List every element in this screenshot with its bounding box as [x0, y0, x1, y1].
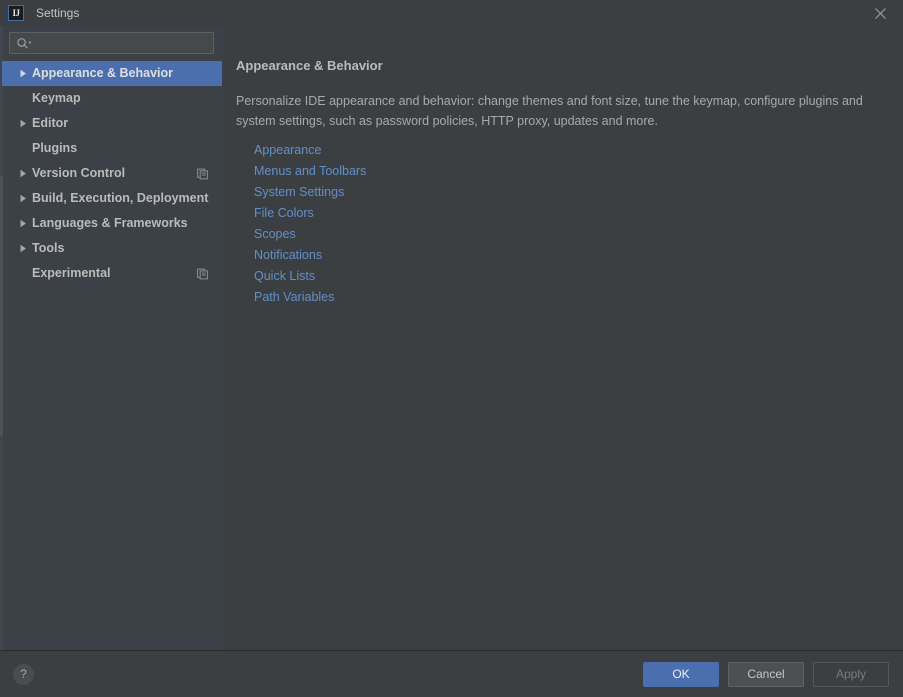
link-scopes[interactable]: Scopes [254, 224, 296, 245]
sidebar-item-plugins[interactable]: Plugins [2, 136, 222, 161]
expand-triangle-icon[interactable] [14, 219, 32, 228]
subsection-link-list: AppearanceMenus and ToolbarsSystem Setti… [254, 140, 881, 308]
page-description: Personalize IDE appearance and behavior:… [236, 91, 881, 131]
settings-dialog: IJ Settings [0, 0, 903, 697]
dialog-body: Appearance & Behavior Keymap Editor Plugins… [0, 26, 903, 650]
sidebar-item-label: Tools [32, 242, 64, 255]
apply-button[interactable]: Apply [813, 662, 889, 687]
sidebar-item-label: Plugins [32, 142, 77, 155]
window-title: Settings [36, 7, 79, 19]
expand-triangle-icon[interactable] [14, 244, 32, 253]
search-box[interactable] [9, 32, 214, 54]
sidebar-item-appearance-behavior[interactable]: Appearance & Behavior [2, 61, 222, 86]
close-button[interactable] [857, 0, 903, 26]
sidebar-item-editor[interactable]: Editor [2, 111, 222, 136]
sidebar-item-label: Editor [32, 117, 68, 130]
page-title: Appearance & Behavior [236, 59, 881, 72]
sidebar-item-label: Build, Execution, Deployment [32, 192, 208, 205]
sidebar-item-keymap[interactable]: Keymap [2, 86, 222, 111]
dialog-footer: ? OK Cancel Apply [0, 651, 903, 697]
search-container [0, 26, 223, 61]
search-input[interactable] [33, 34, 213, 52]
copy-settings-icon[interactable] [197, 268, 208, 279]
help-button[interactable]: ? [13, 664, 34, 685]
settings-tree: Appearance & Behavior Keymap Editor Plugins… [0, 61, 223, 650]
link-notifications[interactable]: Notifications [254, 245, 322, 266]
expand-triangle-icon[interactable] [14, 194, 32, 203]
expand-triangle-icon[interactable] [14, 169, 32, 178]
dialog-buttons: OK Cancel Apply [643, 662, 889, 687]
link-quick-lists[interactable]: Quick Lists [254, 266, 315, 287]
link-path-variables[interactable]: Path Variables [254, 287, 334, 308]
close-icon [874, 7, 887, 20]
ok-button[interactable]: OK [643, 662, 719, 687]
sidebar-item-version-control[interactable]: Version Control [2, 161, 222, 186]
search-icon [16, 37, 33, 50]
expand-triangle-icon[interactable] [14, 119, 32, 128]
cancel-button[interactable]: Cancel [728, 662, 804, 687]
link-menus-and-toolbars[interactable]: Menus and Toolbars [254, 161, 366, 182]
sidebar-item-label: Experimental [32, 267, 111, 280]
settings-detail-panel: Appearance & Behavior Personalize IDE ap… [223, 26, 903, 650]
link-appearance[interactable]: Appearance [254, 140, 321, 161]
expand-triangle-icon[interactable] [14, 69, 32, 78]
title-bar: IJ Settings [0, 0, 903, 26]
sidebar-item-experimental[interactable]: Experimental [2, 261, 222, 286]
sidebar-item-label: Languages & Frameworks [32, 217, 188, 230]
link-system-settings[interactable]: System Settings [254, 182, 344, 203]
settings-sidebar: Appearance & Behavior Keymap Editor Plugins… [0, 26, 223, 650]
sidebar-item-build-execution-deployment[interactable]: Build, Execution, Deployment [2, 186, 222, 211]
sidebar-item-label: Appearance & Behavior [32, 67, 173, 80]
link-file-colors[interactable]: File Colors [254, 203, 314, 224]
sidebar-item-label: Keymap [32, 92, 81, 105]
sidebar-item-languages-frameworks[interactable]: Languages & Frameworks [2, 211, 222, 236]
intellij-idea-icon: IJ [8, 5, 24, 21]
copy-settings-icon[interactable] [197, 168, 208, 179]
sidebar-item-label: Version Control [32, 167, 125, 180]
app-icon-label: IJ [12, 9, 19, 18]
sidebar-item-tools[interactable]: Tools [2, 236, 222, 261]
